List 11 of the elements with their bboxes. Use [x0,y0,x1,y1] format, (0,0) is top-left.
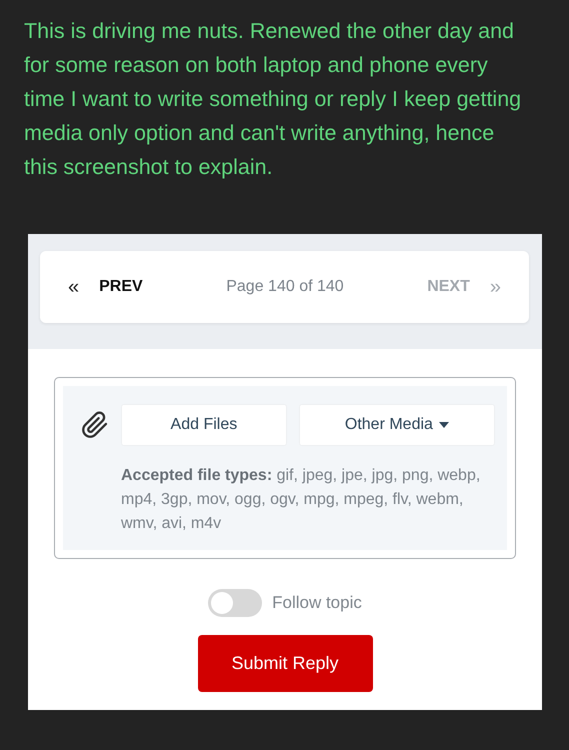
add-files-button[interactable]: Add Files [121,404,287,446]
post-text: This is driving me nuts. Renewed the other day and for some reason on both laptop and phone every time I want to write something or reply I keep getting media only option and can't write anything, hence this screenshot to explain. [24,18,522,181]
follow-label: Follow topic [272,593,362,613]
caret-icon [438,422,449,428]
media-dropdown[interactable]: Other Media [298,404,495,446]
accepted-file-types: Accepted file types: gif, jpeg, jpe, jpg, png, webp, mp4, 3gp, mov, ogg, ogv, mpg, mpeg, flv, webm, wmv, avi, m4v [121,466,482,534]
page-info: Page 140 of 140 [225,278,345,296]
paperclip-icon [81,410,109,440]
prev-link[interactable]: « PREV [68,276,143,298]
submit-button[interactable]: Submit Reply [198,635,372,692]
follow-toggle[interactable] [208,589,262,617]
